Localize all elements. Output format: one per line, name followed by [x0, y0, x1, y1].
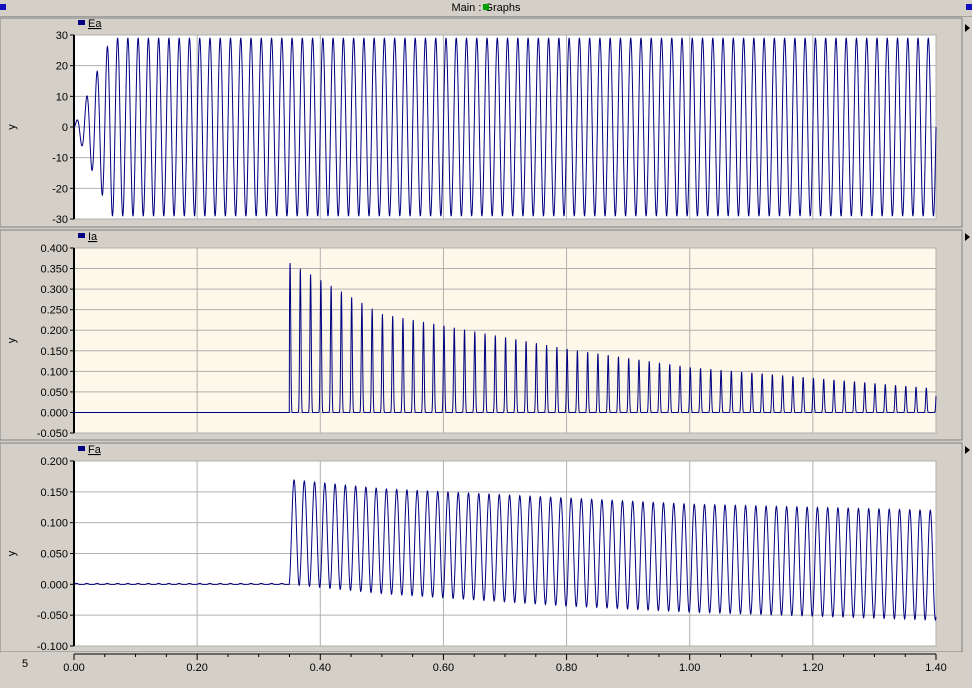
y-tick-label: 0.000 [40, 407, 68, 419]
y-tick-label: -0.100 [37, 641, 68, 653]
x-tick-label: 0.00 [63, 662, 84, 674]
x-tick-label: 1.40 [925, 662, 946, 674]
y-tick-label: 0 [62, 122, 68, 134]
x-tick-label: 0.80 [556, 662, 577, 674]
y-tick-label: 0.000 [40, 579, 68, 591]
y-axis-label: y [6, 337, 18, 343]
x-tick-label: 0.20 [186, 662, 207, 674]
y-tick-label: 20 [56, 61, 68, 73]
x-tick-label: 1.00 [679, 662, 700, 674]
corner-label: 5 [22, 658, 28, 670]
legend-swatch-icon [78, 233, 85, 238]
legend-label: Fa [88, 444, 102, 456]
x-tick-label: 1.20 [802, 662, 823, 674]
y-tick-label: 0.300 [40, 284, 68, 296]
y-tick-label: -20 [52, 183, 68, 195]
y-tick-label: 0.050 [40, 549, 68, 561]
y-tick-label: 0.150 [40, 487, 68, 499]
y-tick-label: 30 [56, 30, 68, 42]
y-tick-label: 0.050 [40, 387, 68, 399]
y-tick-label: -0.050 [37, 610, 68, 622]
legend-swatch-icon [78, 446, 85, 451]
y-tick-label: -0.050 [37, 428, 68, 440]
y-axis-label: y [6, 550, 18, 556]
y-tick-label: 0.350 [40, 264, 68, 276]
legend-label: Ia [88, 231, 98, 243]
y-tick-label: 0.250 [40, 305, 68, 317]
legend-swatch-icon [78, 20, 85, 25]
graphs-canvas: Ea 30 20 10 0 -10 -20 -30 y Ia 0.400 0.350 0.300 0.25… [0, 17, 963, 688]
x-tick-label: 0.60 [433, 662, 454, 674]
y-tick-label: -30 [52, 214, 68, 226]
y-tick-label: 0.100 [40, 366, 68, 378]
scroll-arrow-icon[interactable] [965, 233, 970, 241]
y-tick-label: 0.100 [40, 518, 68, 530]
y-axis-label: y [6, 124, 18, 130]
y-tick-label: 0.200 [40, 456, 68, 468]
scroll-arrow-icon[interactable] [965, 446, 970, 454]
y-tick-label: -10 [52, 153, 68, 165]
x-tick-label: 0.40 [310, 662, 331, 674]
legend-label: Ea [88, 18, 102, 30]
y-tick-label: 10 [56, 91, 68, 103]
y-tick-label: 0.200 [40, 325, 68, 337]
scroll-arrow-icon[interactable] [965, 24, 970, 32]
y-tick-label: 0.400 [40, 243, 68, 255]
y-tick-label: 0.150 [40, 346, 68, 358]
